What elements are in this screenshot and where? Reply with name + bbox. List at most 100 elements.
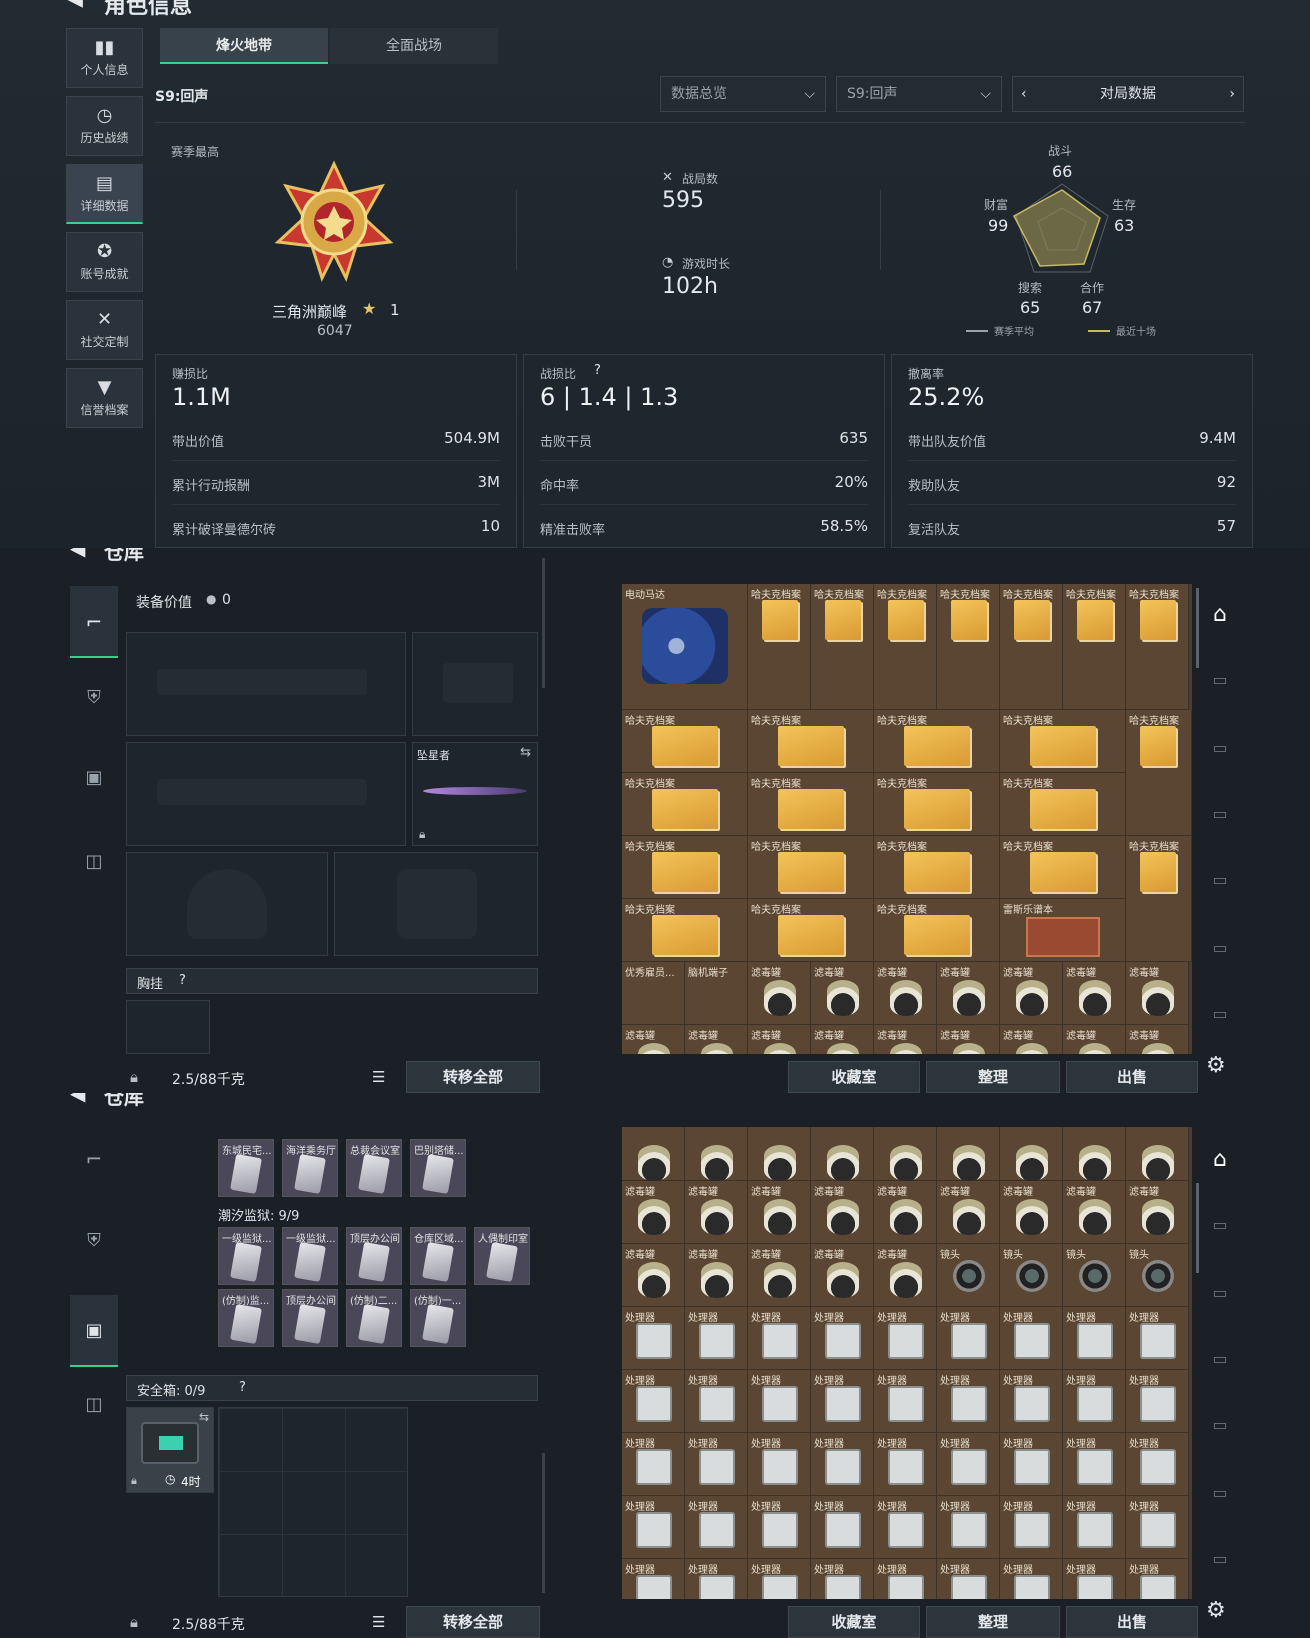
- safe-box-grid[interactable]: [218, 1407, 408, 1597]
- storage-item[interactable]: 处理器: [874, 1307, 937, 1370]
- storage-item[interactable]: 滤毒罐: [1000, 1025, 1063, 1054]
- storage-item[interactable]: 滤毒罐: [811, 1181, 874, 1244]
- key-card[interactable]: (仿制)监...: [218, 1289, 274, 1347]
- key-card[interactable]: 仓库区域...: [410, 1227, 466, 1285]
- storage-item[interactable]: 滤毒罐: [748, 962, 811, 1025]
- sell-button[interactable]: 出售: [1066, 1061, 1198, 1093]
- storage-item[interactable]: 处理器: [748, 1496, 811, 1559]
- storage-item[interactable]: 滤毒罐: [1126, 1025, 1189, 1054]
- vault-icon[interactable]: ⌂: [1206, 1147, 1234, 1172]
- storage-item[interactable]: 处理器: [685, 1433, 748, 1496]
- collection-room-button[interactable]: 收藏室: [788, 1061, 920, 1093]
- storage-item[interactable]: 哈夫克档案: [1126, 584, 1189, 710]
- chevron-left-icon[interactable]: ‹: [1021, 77, 1027, 111]
- storage-item[interactable]: 处理器: [811, 1496, 874, 1559]
- storage-item[interactable]: 滤毒罐: [1126, 962, 1189, 1025]
- storage-item[interactable]: 哈夫克档案: [874, 710, 1000, 773]
- storage-tab-6-icon[interactable]: ▭: [1206, 1483, 1234, 1507]
- storage-item[interactable]: 处理器: [1126, 1496, 1189, 1559]
- storage-item[interactable]: 哈夫克档案: [622, 710, 748, 773]
- key-card[interactable]: 总裁会议室: [346, 1139, 402, 1197]
- sort-button[interactable]: 整理: [926, 1061, 1060, 1093]
- storage-item[interactable]: 镜头: [1126, 1244, 1189, 1307]
- chest-rig-slot[interactable]: [126, 1000, 210, 1054]
- storage-item[interactable]: 哈夫克档案: [1000, 773, 1126, 836]
- sidebar-item-history[interactable]: ◷ 历史战绩: [66, 96, 143, 156]
- storage-item[interactable]: 哈夫克档案: [1000, 584, 1063, 710]
- transfer-all-button[interactable]: 转移全部: [406, 1061, 540, 1093]
- storage-item[interactable]: 滤毒罐: [748, 1244, 811, 1307]
- storage-item[interactable]: 滤毒罐: [1063, 962, 1126, 1025]
- storage-item[interactable]: 脑机端子: [685, 962, 748, 1025]
- key-card[interactable]: 东城民宅...: [218, 1139, 274, 1197]
- season-dropdown[interactable]: S9:回声 ⌵: [836, 76, 1002, 112]
- storage-item[interactable]: 镜头: [1063, 1244, 1126, 1307]
- storage-item[interactable]: 处理器: [874, 1433, 937, 1496]
- storage-item[interactable]: 滤毒罐: [1063, 1025, 1126, 1054]
- chevron-right-icon[interactable]: ›: [1229, 77, 1235, 111]
- sidebar-item-reputation[interactable]: ▼ 信誉档案: [66, 368, 143, 428]
- armor-slot[interactable]: [334, 852, 538, 956]
- storage-item[interactable]: 哈夫克档案: [622, 836, 748, 899]
- storage-item[interactable]: 滤毒罐: [1000, 1181, 1063, 1244]
- sidebar-item-personal-info[interactable]: ▮▮ 个人信息: [66, 28, 143, 88]
- scrollbar[interactable]: [542, 1453, 545, 1593]
- key-card[interactable]: 顶层办公间: [282, 1289, 338, 1347]
- help-icon[interactable]: ?: [239, 1380, 246, 1395]
- storage-tab-3-icon[interactable]: ▭: [1206, 738, 1234, 762]
- help-icon[interactable]: ?: [594, 363, 601, 378]
- backpack-tab-icon[interactable]: ▣: [70, 748, 118, 808]
- storage-item[interactable]: 滤毒罐: [811, 1244, 874, 1307]
- storage-item[interactable]: 滤毒罐: [622, 1025, 685, 1054]
- storage-tab-2-icon[interactable]: ▭: [1206, 1215, 1234, 1239]
- storage-item[interactable]: 电动马达: [622, 584, 748, 710]
- storage-item[interactable]: 滤毒罐: [1126, 1181, 1189, 1244]
- storage-item[interactable]: [811, 1127, 874, 1181]
- storage-item[interactable]: 处理器: [685, 1559, 748, 1599]
- storage-item[interactable]: 哈夫克档案: [1000, 710, 1126, 773]
- storage-item[interactable]: 处理器: [1000, 1307, 1063, 1370]
- storage-item[interactable]: 处理器: [1000, 1496, 1063, 1559]
- key-card[interactable]: (仿制)二...: [346, 1289, 402, 1347]
- key-card[interactable]: 一级监狱...: [218, 1227, 274, 1285]
- backpack-tab-icon[interactable]: ▣: [70, 1295, 118, 1367]
- sort-button[interactable]: 整理: [926, 1606, 1060, 1638]
- storage-item[interactable]: 哈夫克档案: [748, 710, 874, 773]
- storage-item[interactable]: [1000, 1127, 1063, 1181]
- storage-item[interactable]: 处理器: [811, 1559, 874, 1599]
- storage-item[interactable]: 哈夫克档案: [1063, 584, 1126, 710]
- melee-slot[interactable]: 坠星者 ⇆ 🔒︎: [412, 742, 538, 846]
- storage-item[interactable]: 滤毒罐: [748, 1025, 811, 1054]
- key-card[interactable]: 人偶制印室: [474, 1227, 530, 1285]
- armor-tab-icon[interactable]: ⛨: [70, 1211, 118, 1271]
- storage-item[interactable]: 处理器: [622, 1559, 685, 1599]
- storage-item[interactable]: [685, 1127, 748, 1181]
- back-icon[interactable]: ◀: [70, 1093, 85, 1105]
- storage-tab-2-icon[interactable]: ▭: [1206, 670, 1234, 694]
- storage-item[interactable]: 滤毒罐: [874, 1025, 937, 1054]
- storage-tab-7-icon[interactable]: ▭: [1206, 1549, 1234, 1573]
- storage-item[interactable]: 滤毒罐: [748, 1181, 811, 1244]
- overview-dropdown[interactable]: 数据总览 ⌵: [660, 76, 826, 112]
- key-card[interactable]: 顶层办公间: [346, 1227, 402, 1285]
- storage-item[interactable]: 处理器: [811, 1307, 874, 1370]
- storage-item[interactable]: 处理器: [622, 1307, 685, 1370]
- storage-item[interactable]: [622, 1127, 685, 1181]
- storage-item[interactable]: 处理器: [622, 1496, 685, 1559]
- storage-item[interactable]: 处理器: [748, 1307, 811, 1370]
- armor-tab-icon[interactable]: ⛨: [70, 668, 118, 728]
- storage-item[interactable]: [1126, 1127, 1189, 1181]
- storage-item[interactable]: 滤毒罐: [874, 962, 937, 1025]
- vault-icon[interactable]: ⌂: [1206, 602, 1234, 627]
- storage-item[interactable]: 处理器: [1126, 1433, 1189, 1496]
- weapon-tab-icon[interactable]: ⌐: [70, 1129, 118, 1189]
- pistol-slot[interactable]: [412, 632, 538, 736]
- storage-item[interactable]: 滤毒罐: [874, 1181, 937, 1244]
- storage-item[interactable]: 处理器: [622, 1370, 685, 1433]
- storage-item[interactable]: 处理器: [622, 1433, 685, 1496]
- sell-button[interactable]: 出售: [1066, 1606, 1198, 1638]
- storage-item[interactable]: 滤毒罐: [1063, 1181, 1126, 1244]
- storage-item[interactable]: 滤毒罐: [685, 1025, 748, 1054]
- storage-item[interactable]: 哈夫克档案: [1126, 836, 1192, 962]
- storage-tab-3-icon[interactable]: ▭: [1206, 1283, 1234, 1307]
